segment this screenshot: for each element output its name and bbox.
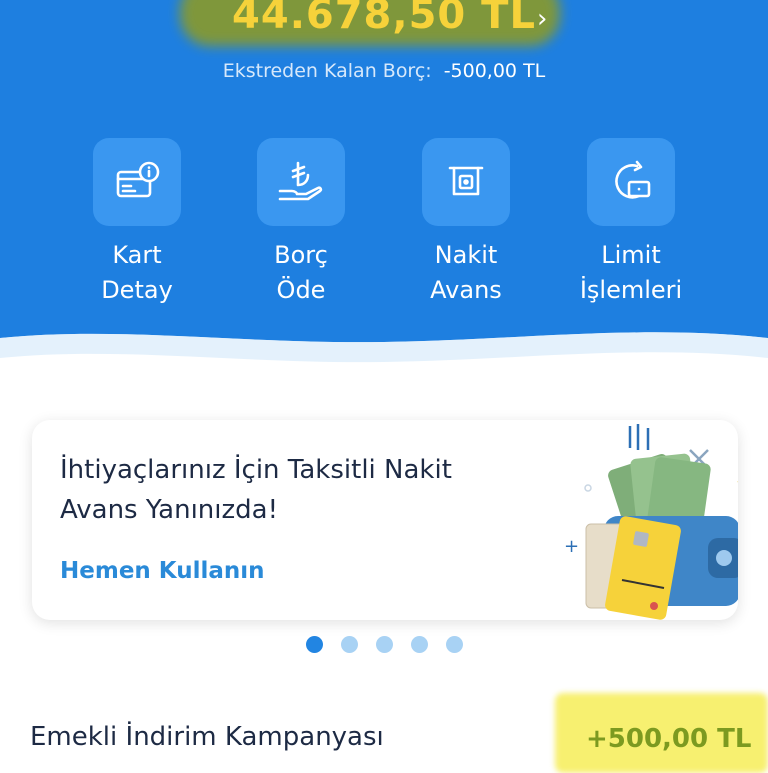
carousel-dot[interactable] (445, 636, 463, 653)
wallet-cash-card-illustration: + + (564, 424, 738, 620)
statement-debt-label: Ekstreden Kalan Borç: (222, 60, 432, 82)
lira-hand-icon (278, 161, 323, 201)
svg-text:+: + (736, 474, 738, 490)
action-label: Kart Detay (101, 241, 173, 304)
action-tile[interactable] (587, 138, 675, 226)
balance-amount[interactable]: 44.678,50 TL (0, 0, 768, 38)
carousel-indicator (0, 636, 768, 656)
action-label: Borç Öde (274, 241, 328, 304)
campaign-name[interactable]: Emekli İndirim Kampanyası (30, 722, 384, 752)
atm-cash-icon (448, 166, 484, 196)
promo-card[interactable]: İhtiyaçlarınız İçin Taksitli Nakit Avans… (32, 420, 738, 620)
campaign-amount: +500,00 TL (586, 724, 752, 754)
statement-debt: Ekstreden Kalan Borç: -500,00 TL (0, 60, 768, 82)
action-tile[interactable] (422, 138, 510, 226)
svg-text:+: + (564, 536, 579, 557)
card-info-icon (116, 161, 160, 198)
carousel-dot[interactable] (375, 636, 393, 653)
action-label: Nakit Avans (430, 241, 502, 304)
chevron-right-icon[interactable]: › (537, 4, 547, 34)
action-kart-detay[interactable]: Kart Detay (67, 138, 207, 308)
header-wave (0, 318, 768, 398)
promo-title: İhtiyaçlarınız İçin Taksitli Nakit Avans… (60, 455, 452, 525)
promo-link[interactable]: Hemen Kullanın (60, 558, 265, 584)
action-label: Limit İşlemleri (579, 241, 683, 304)
statement-debt-value: -500,00 TL (443, 60, 546, 82)
carousel-dot[interactable] (305, 636, 323, 653)
quick-actions: Kart Detay Borç Öde Nakit Avans Limit İş… (0, 138, 768, 318)
limit-refresh-icon (615, 160, 651, 199)
carousel-dot[interactable] (410, 636, 428, 653)
action-nakit-avans[interactable]: Nakit Avans (396, 138, 536, 308)
action-limit-islemleri[interactable]: Limit İşlemleri (561, 138, 701, 308)
action-tile[interactable] (257, 138, 345, 226)
carousel-dot[interactable] (340, 636, 358, 653)
action-tile[interactable] (93, 138, 181, 226)
action-borc-ode[interactable]: Borç Öde (231, 138, 371, 308)
